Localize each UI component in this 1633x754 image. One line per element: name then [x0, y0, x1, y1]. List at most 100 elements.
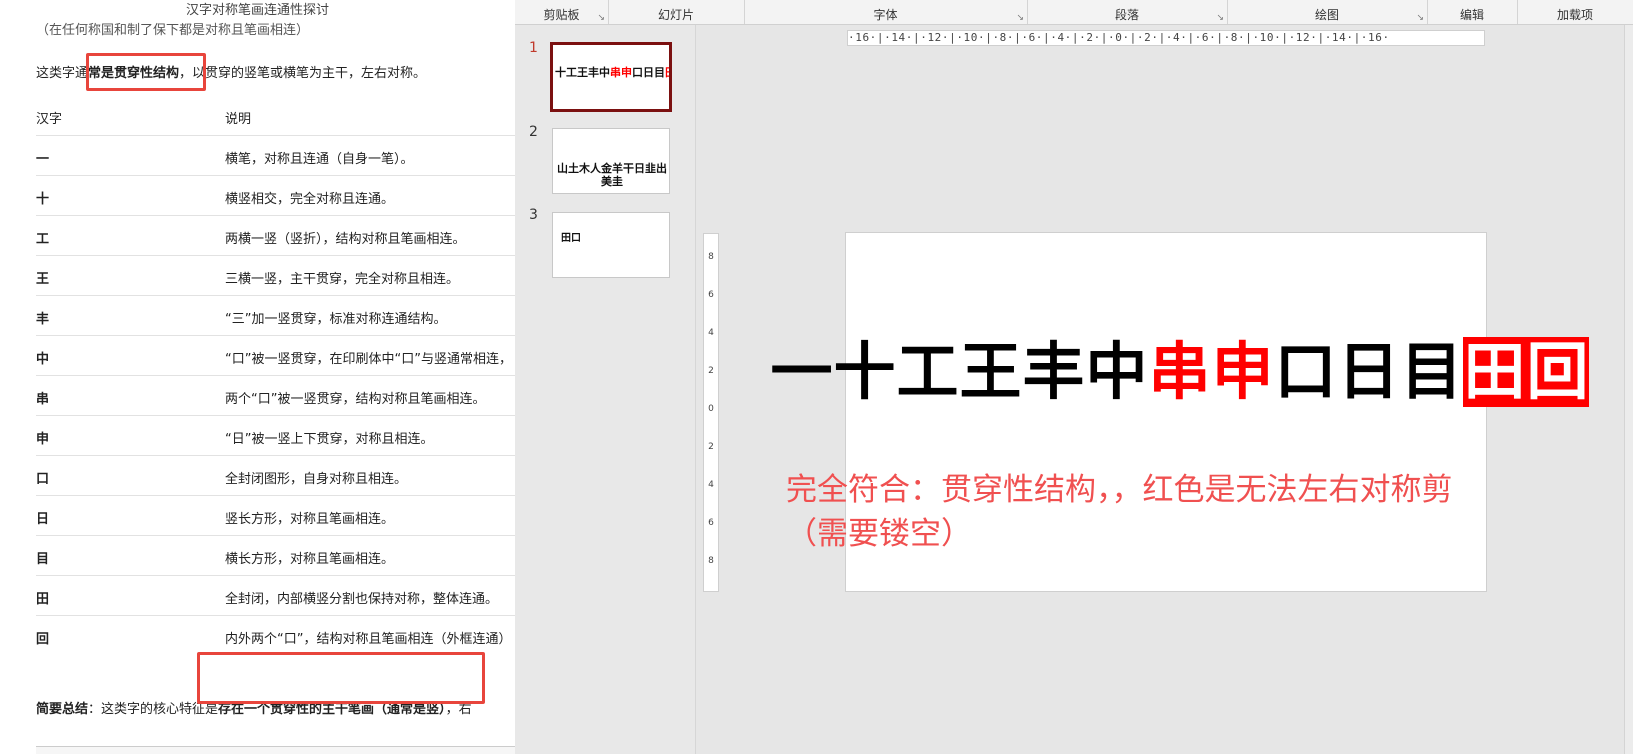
ribbon-group-3[interactable]: 段落 ↘ — [1027, 0, 1228, 24]
document-cut-text: （在任何称国和制了保下都是对称且笔画相连） — [36, 23, 310, 38]
row-desc: 横笔，对称且连通（自身一笔）。 — [225, 152, 414, 167]
summary-label: 简要总结 — [36, 702, 89, 717]
row-desc: 两个“口”被一竖贯穿，结构对称且笔画相连。 — [225, 392, 486, 407]
row-desc: 横长方形，对称且笔画相连。 — [225, 552, 395, 567]
intro-suffix: ，以贯穿的竖笔或横笔为主干，左右对称。 — [179, 66, 427, 81]
document-hscrollbar[interactable] — [36, 746, 515, 754]
slide-char: 王 — [959, 335, 1022, 408]
summary-text1: ：这类字的核心特 — [88, 702, 193, 717]
slide-char: 串 — [1148, 335, 1211, 408]
header-char: 汉字 — [36, 112, 63, 127]
thumb-1-char: 工 — [566, 66, 577, 79]
thumb-1-char: 中 — [599, 66, 610, 79]
row-desc: “口”被一竖贯穿，在印刷体中“口”与竖通常相连， — [225, 352, 512, 367]
row-desc: “日”被一竖上下贯穿，对称且相连。 — [225, 432, 434, 447]
vruler-tick: 8 — [708, 556, 714, 566]
ribbon-group-label: 加载项 — [1556, 8, 1593, 22]
table-row: 中 “口”被一竖贯穿，在印刷体中“口”与竖通常相连， — [36, 335, 515, 377]
dialog-launcher-icon[interactable]: ↘ — [1416, 13, 1424, 23]
thumb-2-line1: 山土木人金羊干日韭出 — [557, 162, 667, 175]
slide-char: 一 — [770, 335, 833, 408]
slide-char: 丰 — [1022, 335, 1085, 408]
slide-char: 十 — [833, 335, 896, 408]
table-row: 工 两横一竖（竖折），结构对称且笔画相连。 — [36, 215, 515, 257]
row-char: 申 — [36, 432, 50, 447]
row-char: 中 — [36, 352, 50, 367]
ribbon-group-label: 绘图 — [1314, 8, 1339, 22]
summary-text2: 征是 — [192, 702, 219, 717]
slide-canvas[interactable]: 一十工王丰中串申口日目田回 完全符合：贯穿性结构，，红色是无法左右对称剪（需要镂… — [770, 232, 1589, 592]
ribbon-group-label: 段落 — [1114, 8, 1139, 22]
table-row: 目 横长方形，对称且笔画相连。 — [36, 535, 515, 577]
row-char: 田 — [36, 592, 50, 607]
slide-thumbnail-2[interactable]: 山土木人金羊干日韭出 美圭 — [552, 128, 670, 194]
dialog-launcher-icon[interactable]: ↘ — [1216, 13, 1224, 23]
vruler-tick: 8 — [708, 252, 714, 262]
row-char: 日 — [36, 512, 50, 527]
vruler-tick: 4 — [708, 328, 714, 338]
vruler-tick: 2 — [708, 442, 714, 452]
slide-char: 日 — [1337, 335, 1400, 408]
ribbon: 剪贴板 ↘ 幻灯片 字体 ↘ 段落 ↘ 绘图 ↘ 编辑 加载项 — [515, 0, 1633, 25]
table-row: 王 三横一竖，主干贯穿，完全对称且相连。 — [36, 255, 515, 297]
slide-char: 田 — [1463, 335, 1526, 408]
thumb-1-char: 田 — [665, 66, 669, 79]
thumb-number-1: 1 — [529, 40, 538, 56]
thumb-1-char: 十 — [555, 66, 566, 79]
table-row: 口 全封闭图形，自身对称且相连。 — [36, 455, 515, 497]
row-char: 串 — [36, 392, 50, 407]
intro-prefix: 这类字通 — [36, 66, 89, 81]
vruler-tick: 2 — [708, 366, 714, 376]
table-row: 申 “日”被一竖上下贯穿，对称且相连。 — [36, 415, 515, 457]
row-char: 一 — [36, 152, 50, 167]
table-row: 回 内外两个“口”，结构对称且笔画相连（外框连通） — [36, 615, 515, 657]
vruler-tick: 0 — [708, 404, 714, 414]
vruler-tick: 4 — [708, 480, 714, 490]
row-char: 口 — [36, 472, 50, 487]
vertical-ruler: 8 6 4 2 0 2 4 6 8 — [703, 233, 719, 592]
row-char: 十 — [36, 192, 50, 207]
slide-note-text[interactable]: 完全符合：贯穿性结构，，红色是无法左右对称剪（需要镂空） — [786, 468, 1476, 556]
row-desc: 横竖相交，完全对称且连通。 — [225, 192, 395, 207]
slide-char: 回 — [1526, 335, 1589, 408]
thumb-1-char: 口 — [632, 66, 643, 79]
thumb-1-char: 丰 — [588, 66, 599, 79]
slide-thumbnail-3[interactable]: 田口 — [552, 212, 670, 278]
slide-char: 目 — [1400, 335, 1463, 408]
ribbon-group-0[interactable]: 剪贴板 ↘ — [515, 0, 609, 24]
header-desc: 说明 — [225, 112, 252, 127]
table-row: 一 横笔，对称且连通（自身一笔）。 — [36, 135, 515, 177]
ribbon-group-2[interactable]: 字体 ↘ — [744, 0, 1028, 24]
slide-char: 中 — [1085, 335, 1148, 408]
row-char: 王 — [36, 272, 50, 287]
summary-bold: 存在一个贯穿性的主干笔画（通常是竖） — [218, 702, 446, 717]
ribbon-group-label: 字体 — [873, 8, 898, 22]
slide-char: 工 — [896, 335, 959, 408]
intro-highlight-box — [86, 53, 206, 91]
ribbon-group-6[interactable]: 加载项 — [1517, 0, 1633, 24]
table-row: 串 两个“口”被一竖贯穿，结构对称且笔画相连。 — [36, 375, 515, 417]
ppt-vscrollbar[interactable] — [1624, 25, 1633, 754]
thumb-1-char: 申 — [621, 66, 632, 79]
table-header: 汉字 说明 — [36, 96, 515, 137]
row-char: 回 — [36, 632, 50, 647]
row-desc: 两横一竖（竖折），结构对称且笔画相连。 — [225, 232, 466, 247]
dialog-launcher-icon[interactable]: ↘ — [1016, 13, 1024, 23]
ribbon-group-1[interactable]: 幻灯片 — [608, 0, 745, 24]
slide-thumbnail-1[interactable]: 十工王丰中串申口日目田回 — [550, 42, 672, 112]
row-desc: “三”加一竖贯穿，标准对称连通结构。 — [225, 312, 447, 327]
row-desc: 竖长方形，对称且笔画相连。 — [225, 512, 395, 527]
ribbon-group-5[interactable]: 编辑 — [1427, 0, 1518, 24]
slide-character-row[interactable]: 一十工王丰中串申口日目田回 — [770, 337, 1589, 407]
thumb-number-3: 3 — [529, 207, 538, 223]
dialog-launcher-icon[interactable]: ↘ — [597, 13, 605, 23]
table-row: 丰 “三”加一竖贯穿，标准对称连通结构。 — [36, 295, 515, 337]
table-row: 田 全封闭，内部横竖分割也保持对称，整体连通。 — [36, 575, 515, 617]
horizontal-ruler: ·16·|·14·|·12·|·10·|·8·|·6·|·4·|·2·|·0·|… — [847, 30, 1485, 46]
ribbon-group-4[interactable]: 绘图 ↘ — [1227, 0, 1428, 24]
vruler-tick: 6 — [708, 290, 714, 300]
summary-highlight-box — [197, 652, 485, 704]
thumb-1-text: 十工王丰中串申口日目田回 — [555, 66, 669, 79]
row-desc: 内外两个“口”，结构对称且笔画相连（外框连通） — [225, 632, 512, 647]
row-desc: 三横一竖，主干贯穿，完全对称且相连。 — [225, 272, 460, 287]
